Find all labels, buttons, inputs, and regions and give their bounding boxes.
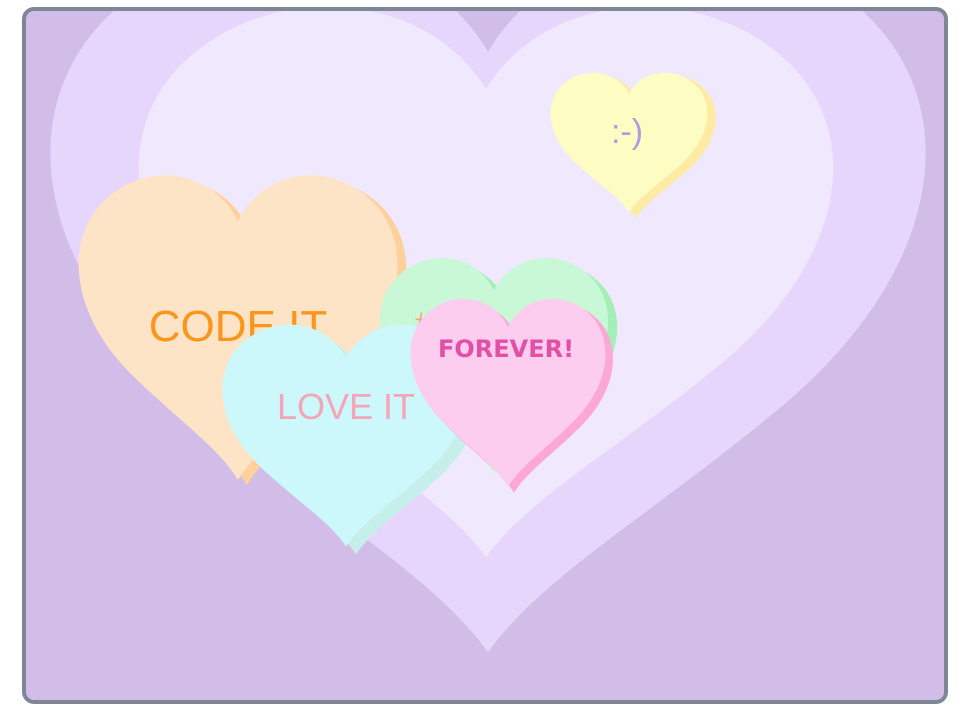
candy-heart-love-it-text: LOVE IT xyxy=(277,386,415,427)
candy-heart-smiley-text: :-) xyxy=(611,113,643,151)
candy-heart-forever-text: FOREVER! xyxy=(438,335,574,363)
canvas-frame: :-) CODE IT # LOVE IT FOREVER! xyxy=(22,7,948,704)
valentine-scene: :-) CODE IT # LOVE IT FOREVER! xyxy=(50,11,926,653)
